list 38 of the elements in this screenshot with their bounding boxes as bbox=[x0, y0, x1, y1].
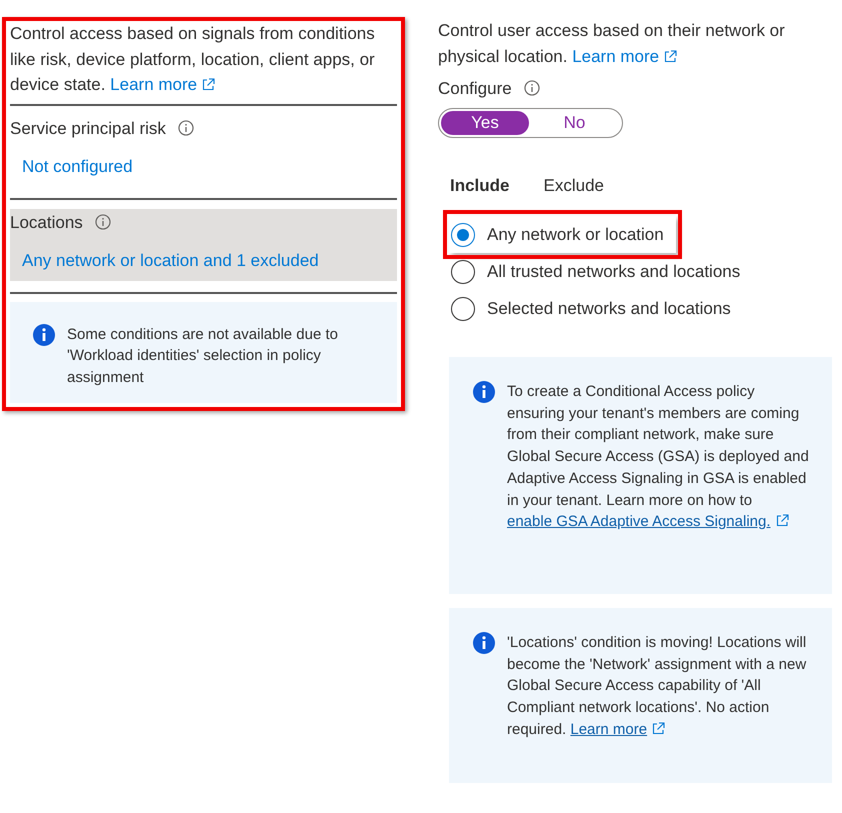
radio-button[interactable] bbox=[451, 260, 475, 284]
external-link-icon bbox=[664, 50, 678, 62]
notice-text: To create a Conditional Access policy ensuring your tenant's members are coming from their compliant network, make sure Global Secure Access (GSA) is deployed and Adaptive Access Signaling in GSA is enabled in your tenant. Learn more on how to enable GSA Adaptive Access Signaling. bbox=[507, 382, 810, 532]
toggle-option[interactable]: No bbox=[529, 111, 620, 135]
radio-label: Selected networks and locations bbox=[487, 298, 731, 318]
description-text: Control access based on signals from conditions like risk, device platform, location, client apps, or device state. Learn more bbox=[10, 23, 376, 96]
condition-row[interactable]: Service principal risk Not configured bbox=[10, 114, 397, 186]
external-link-icon bbox=[202, 78, 216, 91]
learn-more-link[interactable]: Learn more bbox=[572, 46, 660, 66]
notice-link[interactable]: Learn more bbox=[570, 720, 648, 738]
radio-option[interactable]: Any network or location bbox=[449, 216, 676, 253]
info-icon bbox=[33, 324, 55, 346]
condition-row[interactable]: Locations Any network or location and 1 excluded bbox=[10, 208, 397, 280]
info-icon bbox=[473, 632, 495, 654]
external-link-icon bbox=[652, 722, 666, 735]
learn-more-link[interactable]: Learn more bbox=[110, 75, 198, 94]
info-icon bbox=[178, 120, 194, 136]
info-icon bbox=[524, 80, 540, 96]
notice-text: Some conditions are not available due to 'Workload identities' selection in policy assignment bbox=[67, 324, 340, 388]
info-icon bbox=[473, 381, 495, 403]
condition-label: Service principal risk bbox=[10, 118, 166, 138]
description-text: Control user access based on their network or physical location. Learn more bbox=[438, 20, 786, 68]
radio-label: Any network or location bbox=[487, 224, 664, 244]
radio-option[interactable]: All trusted networks and locations bbox=[449, 253, 752, 290]
radio-option[interactable]: Selected networks and locations bbox=[449, 290, 743, 327]
notice-link[interactable]: enable GSA Adaptive Access Signaling. bbox=[507, 513, 771, 530]
radio-label: All trusted networks and locations bbox=[487, 262, 740, 282]
condition-label: Locations bbox=[10, 212, 83, 232]
radio-button[interactable] bbox=[451, 222, 475, 246]
toggle-option[interactable]: Yes bbox=[441, 111, 529, 135]
external-link-icon bbox=[776, 514, 789, 528]
tab[interactable]: Exclude bbox=[532, 174, 616, 198]
configure-label: Configure bbox=[438, 79, 512, 98]
notice-text: 'Locations' condition is moving! Locations will become the 'Network' assignment with a new Global Secure Access capability of 'All Compliant network locations'. No action required. Learn more bbox=[507, 633, 808, 740]
condition-value-link[interactable]: Not configured bbox=[22, 154, 133, 178]
tab[interactable]: Include bbox=[438, 174, 522, 198]
radio-button[interactable] bbox=[451, 296, 475, 320]
info-icon bbox=[94, 214, 111, 230]
